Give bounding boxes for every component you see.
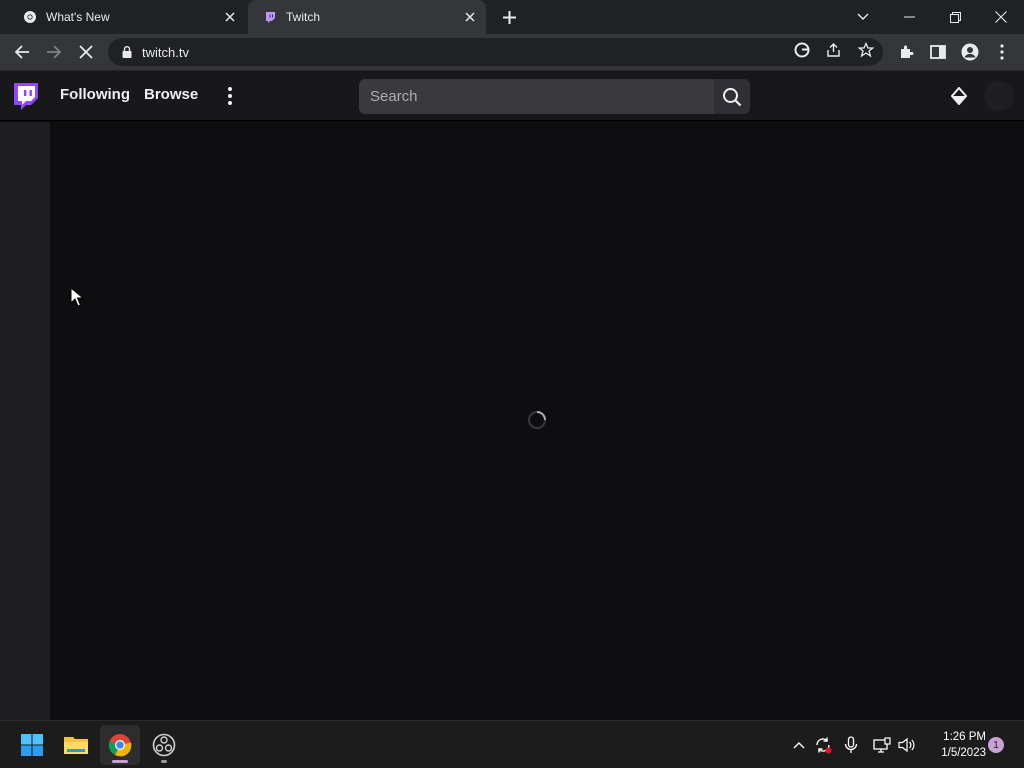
more-options-icon[interactable] bbox=[220, 83, 240, 109]
side-panel-icon[interactable] bbox=[924, 38, 952, 66]
close-tab-icon[interactable] bbox=[458, 5, 482, 29]
search-placeholder: Search bbox=[370, 88, 418, 105]
sync-icon[interactable] bbox=[812, 734, 834, 756]
twitch-main-content bbox=[50, 122, 1024, 720]
new-tab-button[interactable] bbox=[497, 5, 521, 29]
window-controls bbox=[886, 0, 1024, 34]
system-clock[interactable]: 1:26 PM 1/5/2023 bbox=[928, 729, 986, 761]
browser-menu-icon[interactable] bbox=[988, 38, 1016, 66]
windows-taskbar: 1:26 PM 1/5/2023 1 bbox=[0, 720, 1024, 768]
clock-date: 1/5/2023 bbox=[941, 747, 986, 759]
restore-button[interactable] bbox=[932, 0, 978, 34]
chrome-icon bbox=[22, 9, 38, 25]
back-button[interactable] bbox=[8, 38, 36, 66]
user-avatar[interactable] bbox=[984, 81, 1014, 111]
close-window-button[interactable] bbox=[978, 0, 1024, 34]
browser-toolbar: twitch.tv bbox=[0, 34, 1024, 71]
search-button[interactable] bbox=[714, 79, 750, 114]
profile-icon[interactable] bbox=[956, 38, 984, 66]
mouse-cursor-icon bbox=[70, 287, 84, 307]
twitch-side-nav bbox=[0, 122, 50, 720]
bookmark-star-icon[interactable] bbox=[856, 40, 876, 60]
following-link[interactable]: Following bbox=[60, 86, 130, 103]
address-bar[interactable]: twitch.tv bbox=[108, 38, 883, 66]
twitch-favicon bbox=[262, 9, 278, 25]
start-icon[interactable] bbox=[12, 725, 52, 765]
show-hidden-icons-chevron-icon[interactable] bbox=[788, 734, 810, 756]
search-input[interactable]: Search bbox=[359, 79, 714, 114]
browse-link[interactable]: Browse bbox=[144, 86, 198, 103]
google-lens-icon[interactable] bbox=[792, 40, 812, 60]
notification-badge[interactable]: 1 bbox=[988, 737, 1004, 753]
url-text[interactable]: twitch.tv bbox=[142, 45, 189, 60]
tab-title: What's New bbox=[46, 10, 110, 24]
tab-title: Twitch bbox=[286, 10, 321, 24]
lock-icon[interactable] bbox=[120, 45, 134, 59]
network-icon[interactable] bbox=[871, 734, 893, 756]
running-app-indicator bbox=[161, 760, 167, 763]
loading-spinner-icon bbox=[528, 411, 546, 429]
obs-icon[interactable] bbox=[144, 725, 184, 765]
browser-tab-strip: What's New Twitch bbox=[0, 0, 1024, 34]
microphone-icon[interactable] bbox=[840, 734, 862, 756]
stop-loading-button[interactable] bbox=[72, 38, 100, 66]
share-icon[interactable] bbox=[824, 40, 844, 60]
chrome-taskbar-icon[interactable] bbox=[100, 725, 140, 765]
volume-icon[interactable] bbox=[896, 734, 918, 756]
prime-loot-crown-icon[interactable] bbox=[948, 85, 970, 107]
search-icon bbox=[723, 87, 742, 106]
tab-search-chevron-icon[interactable] bbox=[850, 4, 876, 30]
file-explorer-icon[interactable] bbox=[56, 725, 96, 765]
tab-whats-new[interactable]: What's New bbox=[8, 0, 246, 34]
clock-time: 1:26 PM bbox=[943, 731, 986, 743]
extensions-icon[interactable] bbox=[892, 38, 920, 66]
forward-button[interactable] bbox=[40, 38, 68, 66]
twitch-top-nav: Following Browse Search bbox=[0, 71, 1024, 121]
close-tab-icon[interactable] bbox=[218, 5, 242, 29]
minimize-button[interactable] bbox=[886, 0, 932, 34]
active-app-indicator bbox=[112, 760, 128, 763]
tab-twitch[interactable]: Twitch bbox=[248, 0, 486, 34]
twitch-logo-icon[interactable] bbox=[12, 83, 38, 111]
